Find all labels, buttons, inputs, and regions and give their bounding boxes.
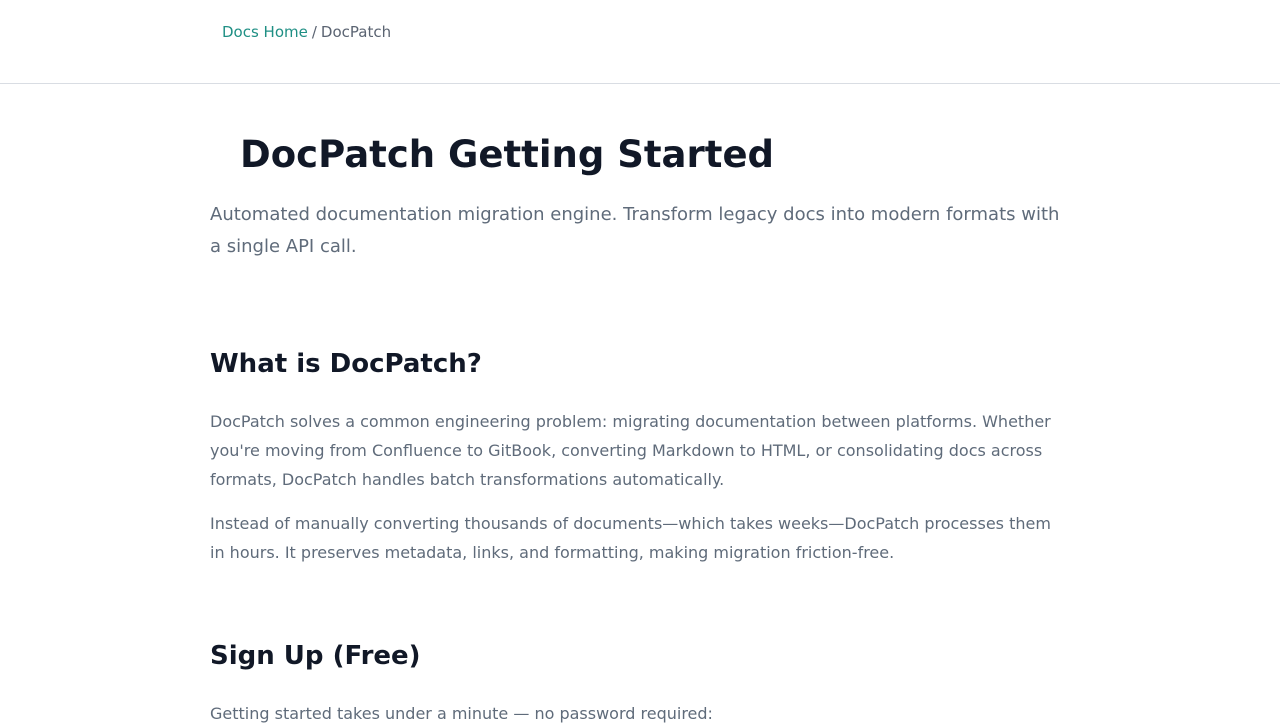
page-subtitle: Automated documentation migration engine… bbox=[210, 204, 1060, 257]
sign-up-paragraph-1: Getting started takes under a minute — n… bbox=[210, 704, 713, 723]
section-heading-sign-up: Sign Up (Free) bbox=[210, 641, 421, 671]
what-is-paragraph-1: DocPatch solves a common engineering pro… bbox=[210, 412, 1051, 489]
breadcrumb-current: DocPatch bbox=[320, 23, 392, 41]
what-is-paragraph-2: Instead of manually converting thousands… bbox=[210, 514, 1051, 562]
breadcrumb-home-link[interactable]: Docs Home bbox=[222, 23, 308, 41]
section-heading-what-is: What is DocPatch? bbox=[210, 349, 482, 379]
breadcrumb-separator: / bbox=[311, 23, 317, 41]
top-bar: Docs Home / DocPatch bbox=[0, 0, 1280, 84]
page-title: DocPatch Getting Started bbox=[240, 133, 775, 176]
breadcrumb: Docs Home / DocPatch bbox=[222, 22, 391, 42]
